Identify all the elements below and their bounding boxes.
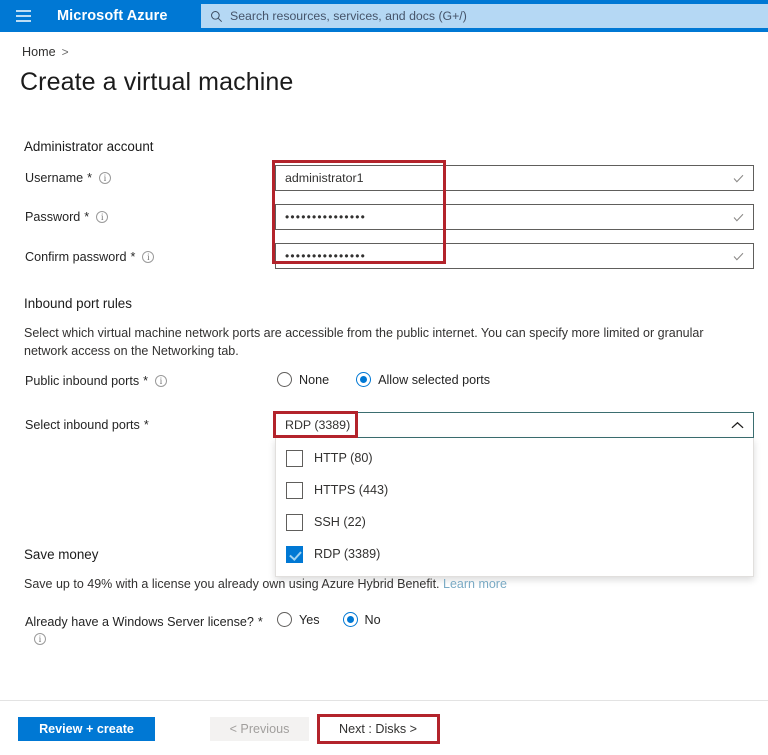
label-select-inbound-ports: Select inbound ports * bbox=[25, 418, 149, 432]
label-select-inbound-ports-text: Select inbound ports bbox=[25, 418, 140, 432]
section-heading-administrator-account: Administrator account bbox=[24, 139, 154, 154]
label-public-inbound-ports-text: Public inbound ports bbox=[25, 374, 140, 388]
dropdown-option-rdp-label: RDP (3389) bbox=[314, 547, 381, 561]
info-icon[interactable]: i bbox=[142, 251, 155, 263]
label-password-required: * bbox=[84, 210, 90, 224]
breadcrumb-separator-icon: > bbox=[61, 45, 69, 59]
label-username-required: * bbox=[87, 171, 92, 185]
save-money-description-text: Save up to 49% with a license you alread… bbox=[24, 577, 440, 591]
radio-option-none[interactable]: None bbox=[277, 372, 329, 387]
label-confirm-password: Confirm password * i bbox=[25, 250, 155, 264]
review-create-button[interactable]: Review + create bbox=[18, 717, 155, 741]
windows-server-license-radio-group: Yes No bbox=[277, 612, 381, 627]
save-money-description: Save up to 49% with a license you alread… bbox=[24, 575, 736, 593]
checkmark-icon bbox=[733, 252, 744, 261]
dropdown-option-http[interactable]: HTTP (80) bbox=[276, 442, 753, 474]
info-icon[interactable]: i bbox=[96, 211, 109, 223]
radio-indicator bbox=[277, 372, 292, 387]
info-icon[interactable]: i bbox=[155, 375, 168, 387]
label-public-inbound-ports-required: * bbox=[143, 374, 149, 388]
radio-option-allow-selected-ports-label: Allow selected ports bbox=[378, 372, 491, 387]
radio-indicator bbox=[342, 612, 358, 627]
dropdown-option-rdp[interactable]: RDP (3389) bbox=[276, 538, 753, 570]
checkbox-indicator[interactable] bbox=[286, 545, 303, 563]
breadcrumb: Home > bbox=[22, 45, 69, 59]
hamburger-icon[interactable] bbox=[0, 0, 46, 32]
breadcrumb-item-home[interactable]: Home bbox=[22, 45, 56, 59]
username-field[interactable] bbox=[275, 165, 754, 191]
section-heading-save-money: Save money bbox=[24, 547, 99, 562]
chevron-up-icon[interactable] bbox=[731, 421, 744, 430]
public-inbound-ports-radio-group: None Allow selected ports bbox=[277, 372, 490, 387]
select-inbound-ports-combobox[interactable]: RDP (3389) bbox=[275, 412, 754, 438]
label-confirm-password-text: Confirm password bbox=[25, 250, 127, 264]
previous-button: < Previous bbox=[210, 717, 309, 741]
azure-brand-label[interactable]: Microsoft Azure bbox=[46, 8, 168, 24]
dropdown-option-https-label: HTTPS (443) bbox=[314, 483, 389, 497]
radio-option-license-yes[interactable]: Yes bbox=[277, 612, 320, 627]
label-windows-server-license: Already have a Windows Server license? * bbox=[25, 615, 263, 629]
dropdown-option-ssh[interactable]: SSH (22) bbox=[276, 506, 753, 538]
dropdown-option-ssh-label: SSH (22) bbox=[314, 515, 366, 529]
checkbox-indicator[interactable] bbox=[286, 513, 303, 531]
dropdown-option-http-label: HTTP (80) bbox=[314, 451, 373, 465]
radio-option-license-yes-label: Yes bbox=[299, 612, 320, 627]
checkmark-icon bbox=[733, 174, 744, 183]
inbound-ports-description: Select which virtual machine network por… bbox=[24, 326, 704, 358]
label-windows-server-license-required: * bbox=[257, 615, 263, 629]
label-confirm-password-required: * bbox=[130, 250, 136, 264]
next-disks-button[interactable]: Next : Disks > bbox=[320, 717, 436, 741]
checkbox-indicator[interactable] bbox=[286, 449, 303, 467]
radio-option-license-no-label: No bbox=[364, 612, 381, 627]
label-windows-server-license-text: Already have a Windows Server license? bbox=[25, 615, 254, 629]
label-password-text: Password bbox=[25, 210, 81, 224]
dropdown-option-https[interactable]: HTTPS (443) bbox=[276, 474, 753, 506]
radio-option-license-no[interactable]: No bbox=[342, 612, 381, 627]
search-icon bbox=[211, 10, 223, 22]
label-username: Username * i bbox=[25, 171, 111, 185]
label-username-text: Username bbox=[25, 171, 84, 185]
label-password: Password * i bbox=[25, 210, 109, 224]
info-icon[interactable]: i bbox=[99, 172, 111, 184]
password-input[interactable]: ••••••••••••••• bbox=[276, 210, 366, 224]
radio-option-allow-selected-ports[interactable]: Allow selected ports bbox=[356, 372, 490, 387]
confirm-password-field[interactable]: ••••••••••••••• bbox=[275, 243, 754, 269]
label-select-inbound-ports-required: * bbox=[143, 418, 149, 432]
radio-indicator bbox=[356, 372, 372, 387]
search-placeholder-text: Search resources, services, and docs (G+… bbox=[230, 9, 467, 23]
select-inbound-ports-value: RDP (3389) bbox=[285, 418, 351, 432]
username-input[interactable] bbox=[276, 167, 706, 189]
checkmark-icon bbox=[733, 213, 744, 222]
radio-option-none-label: None bbox=[299, 372, 330, 387]
page-title: Create a virtual machine bbox=[20, 68, 294, 96]
checkbox-indicator[interactable] bbox=[286, 481, 303, 499]
confirm-password-input[interactable]: ••••••••••••••• bbox=[276, 249, 366, 263]
global-search-input[interactable]: Search resources, services, and docs (G+… bbox=[201, 4, 768, 28]
info-icon[interactable]: i bbox=[34, 633, 46, 645]
password-field[interactable]: ••••••••••••••• bbox=[275, 204, 754, 230]
label-public-inbound-ports: Public inbound ports * i bbox=[25, 374, 168, 388]
radio-indicator bbox=[277, 612, 292, 627]
inbound-ports-dropdown-list: HTTP (80) HTTPS (443) SSH (22) RDP (3389… bbox=[275, 438, 754, 577]
footer-divider bbox=[0, 700, 768, 701]
learn-more-link[interactable]: Learn more bbox=[443, 577, 507, 591]
section-heading-inbound-port-rules: Inbound port rules bbox=[24, 296, 132, 311]
